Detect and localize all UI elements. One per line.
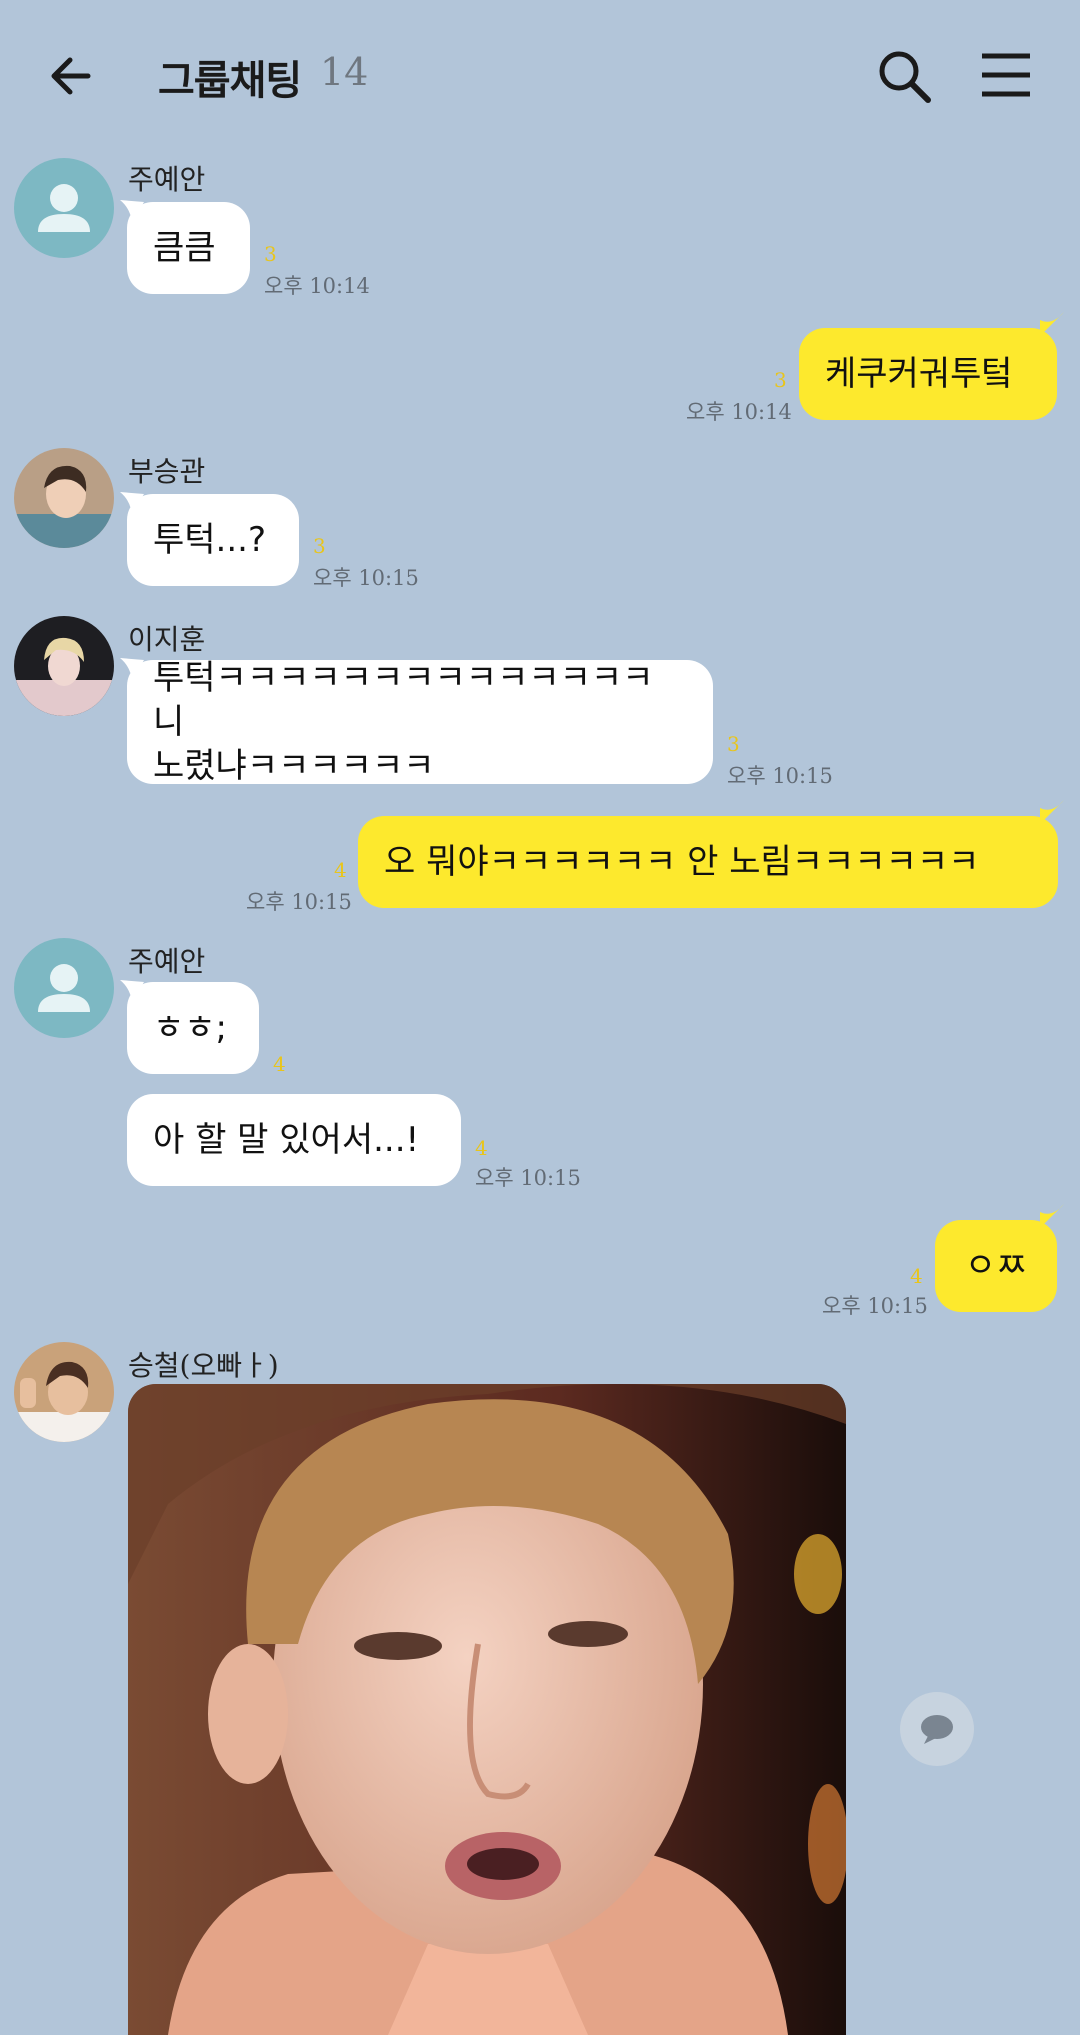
unread-count: 3 — [727, 732, 740, 756]
message-time: 오후 10:14 — [264, 274, 370, 298]
message-time: 오후 10:15 — [246, 890, 352, 914]
message-text: 투턱...? — [153, 520, 267, 560]
my-message-bubble[interactable]: ㅇㅉ — [935, 1220, 1057, 1312]
profile-photo — [14, 448, 114, 548]
sender-name: 승철(오빠ㅏ) — [128, 1349, 279, 1382]
share-button[interactable] — [900, 1692, 974, 1766]
menu-icon[interactable] — [978, 48, 1034, 104]
bubble-tail — [1040, 312, 1064, 334]
message-time: 오후 10:15 — [475, 1166, 581, 1190]
message-text: ㅎㅎ; — [153, 1008, 228, 1048]
message-time: 오후 10:14 — [686, 400, 792, 424]
bubble-tail — [1040, 1204, 1064, 1226]
message-time: 오후 10:15 — [822, 1294, 928, 1318]
message-bubble[interactable]: ㅎㅎ; — [127, 982, 259, 1074]
avatar[interactable] — [14, 158, 114, 258]
photo-attachment[interactable] — [128, 1384, 846, 2035]
message-text-line: 투턱ㅋㅋㅋㅋㅋㅋㅋㅋㅋㅋㅋㅋㅋㅋ 니 — [153, 658, 654, 742]
message-time: 오후 10:15 — [727, 764, 833, 788]
avatar[interactable] — [14, 938, 114, 1038]
speech-bubble-icon — [921, 1715, 953, 1744]
message-text: 오 뭐야ㅋㅋㅋㅋㅋㅋ 안 노림ㅋㅋㅋㅋㅋㅋ — [384, 842, 980, 882]
profile-photo — [14, 1342, 114, 1442]
avatar[interactable] — [14, 448, 114, 548]
message-text: 큼큼 — [153, 228, 216, 268]
member-count: 14 — [320, 50, 369, 94]
chat-title: 그룹채팅 — [158, 58, 302, 104]
default-avatar-icon — [38, 184, 90, 232]
message-text: 케쿠커궈투텈 — [825, 354, 1013, 394]
my-message-bubble[interactable]: 오 뭐야ㅋㅋㅋㅋㅋㅋ 안 노림ㅋㅋㅋㅋㅋㅋ — [358, 816, 1058, 908]
message-text: 아 할 말 있어서...! — [153, 1120, 420, 1160]
sender-name: 주예안 — [128, 163, 206, 196]
message-bubble[interactable]: 아 할 말 있어서...! — [127, 1094, 461, 1186]
message-bubble[interactable]: 큼큼 — [127, 202, 250, 294]
message-text: ㅇㅉ — [964, 1246, 1028, 1286]
message-bubble[interactable]: 투턱...? — [127, 494, 299, 586]
photo-image — [128, 1384, 846, 2035]
unread-count: 3 — [313, 534, 326, 558]
message-bubble[interactable]: 투턱ㅋㅋㅋㅋㅋㅋㅋㅋㅋㅋㅋㅋㅋㅋ 니 노렸냐ㅋㅋㅋㅋㅋㅋ — [127, 658, 713, 786]
my-message-bubble[interactable]: 케쿠커궈투텈 — [799, 328, 1057, 420]
sender-name: 이지훈 — [128, 623, 206, 656]
sender-name: 주예안 — [128, 945, 206, 978]
unread-count: 4 — [910, 1264, 923, 1288]
bubble-tail — [1040, 800, 1064, 822]
unread-count: 4 — [334, 858, 347, 882]
unread-count: 3 — [774, 368, 787, 392]
avatar[interactable] — [14, 616, 114, 716]
unread-count: 4 — [273, 1052, 286, 1076]
avatar[interactable] — [14, 1342, 114, 1442]
search-icon[interactable] — [872, 44, 938, 110]
unread-count: 4 — [475, 1136, 488, 1160]
unread-count: 3 — [264, 242, 277, 266]
sender-name: 부승관 — [128, 455, 206, 488]
back-arrow-icon[interactable] — [44, 46, 104, 106]
message-text-line: 노렸냐ㅋㅋㅋㅋㅋㅋ — [153, 746, 435, 786]
message-time: 오후 10:15 — [313, 566, 419, 590]
default-avatar-icon — [38, 964, 90, 1012]
profile-photo — [14, 616, 114, 716]
